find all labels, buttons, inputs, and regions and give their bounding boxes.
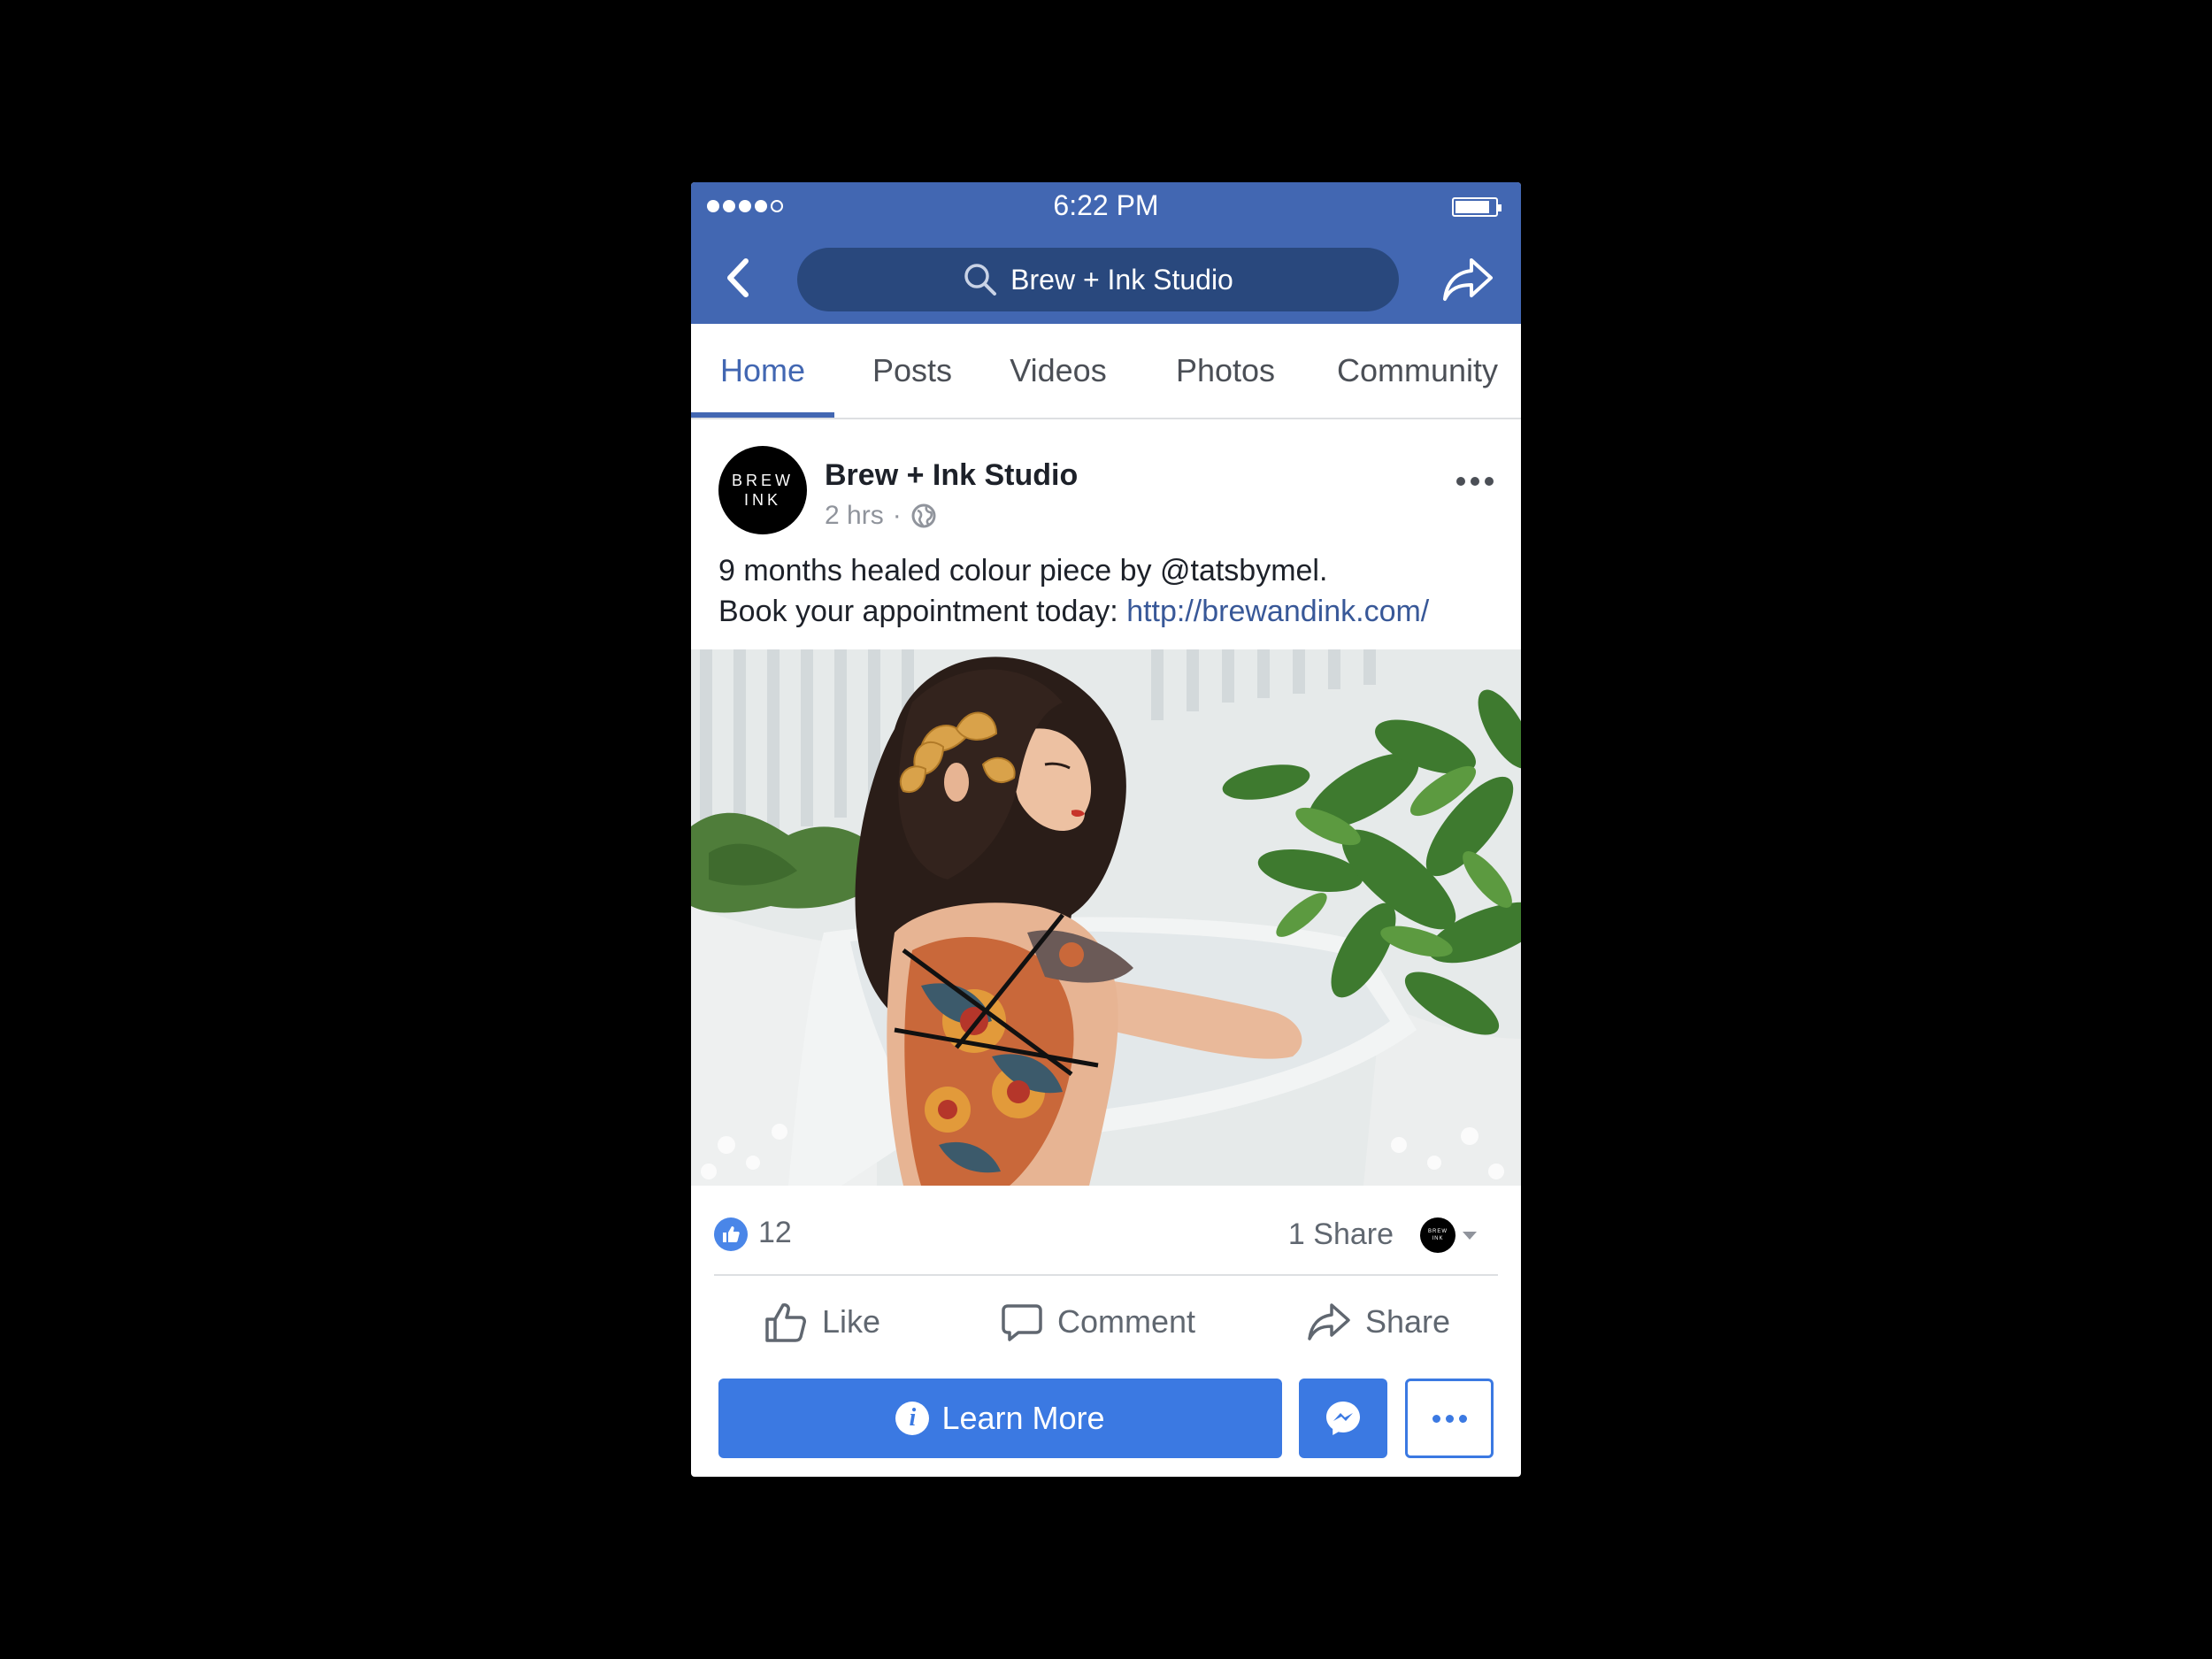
page-avatar[interactable]: BREW INK — [718, 446, 807, 534]
post-header: BREW INK Brew + Ink Studio 2 hrs · — [691, 419, 1521, 534]
thumbs-up-icon — [765, 1303, 806, 1342]
mini-avatar-logo-line2: INK — [1432, 1236, 1444, 1241]
post-photo-image — [691, 649, 1521, 1186]
post-text-line1: 9 months healed colour piece by @tatsbym… — [718, 554, 1328, 588]
reaction-summary: 12 1 Share BREW INK — [691, 1186, 1521, 1274]
post-message: 9 months healed colour piece by @tatsbym… — [718, 550, 1497, 632]
info-icon: i — [895, 1402, 930, 1435]
status-time: 6:22 PM — [1053, 189, 1159, 221]
like-button[interactable]: Like — [764, 1276, 880, 1368]
post-time[interactable]: 2 hrs — [825, 501, 884, 531]
learn-more-label: Learn More — [941, 1400, 1105, 1436]
caret-down-icon[interactable] — [1457, 1223, 1482, 1248]
like-count[interactable]: 12 — [758, 1216, 792, 1250]
back-button[interactable] — [718, 253, 758, 303]
like-label: Like — [822, 1303, 881, 1340]
globe-icon — [911, 503, 936, 528]
post-meta: 2 hrs · — [825, 501, 937, 531]
active-tab-indicator — [691, 412, 834, 418]
like-reaction-icon[interactable] — [714, 1217, 748, 1251]
comment-button[interactable]: Comment — [1001, 1276, 1195, 1368]
status-bar: 6:22 PM — [691, 182, 1521, 235]
tab-community[interactable]: Community — [1325, 324, 1510, 418]
search-text: Brew + Ink Studio — [1010, 263, 1233, 296]
tab-photos[interactable]: Photos — [1158, 324, 1293, 418]
nav-bar: Brew + Ink Studio — [691, 235, 1521, 324]
share-button[interactable]: Share — [1307, 1276, 1450, 1368]
chevron-left-icon — [727, 258, 749, 297]
tab-videos[interactable]: Videos — [990, 324, 1126, 418]
post-photo[interactable] — [691, 649, 1521, 1186]
comment-bubble-icon — [1002, 1304, 1042, 1341]
share-arrow-icon — [1308, 1303, 1350, 1340]
post-author[interactable]: Brew + Ink Studio — [825, 458, 1078, 493]
search-icon — [964, 264, 997, 296]
tab-posts[interactable]: Posts — [852, 324, 972, 418]
share-page-button[interactable] — [1440, 251, 1496, 308]
page-tabs: Home Posts Videos Photos Community — [691, 324, 1521, 419]
post-text-line2: Book your appointment today: http://brew… — [718, 591, 1497, 632]
post-text-line2-prefix: Book your appointment today: — [718, 595, 1127, 628]
search-bar[interactable]: Brew + Ink Studio — [797, 248, 1399, 311]
more-options-button[interactable] — [1405, 1379, 1494, 1458]
share-count[interactable]: 1 Share — [1288, 1217, 1394, 1252]
phone-screen: 6:22 PM Brew + Ink Studio Home Posts Vid… — [691, 182, 1521, 1477]
messenger-button[interactable] — [1299, 1379, 1387, 1458]
meta-separator: · — [892, 501, 902, 530]
tab-home[interactable]: Home — [691, 324, 834, 418]
comment-label: Comment — [1057, 1303, 1196, 1340]
avatar-logo-line2: INK — [743, 491, 781, 509]
post-link[interactable]: http://brewandink.com/ — [1126, 595, 1429, 628]
post-options-button[interactable] — [1450, 469, 1500, 494]
learn-more-button[interactable]: i Learn More — [718, 1379, 1282, 1458]
avatar-logo-line1: BREW — [732, 472, 794, 489]
messenger-icon — [1326, 1402, 1360, 1435]
app-header: 6:22 PM Brew + Ink Studio — [691, 182, 1521, 324]
page-avatar-small: BREW INK — [1420, 1217, 1455, 1253]
post-actions: Like Comment Share — [691, 1276, 1521, 1368]
mini-avatar-logo-line1: BREW — [1428, 1229, 1448, 1234]
cta-row: i Learn More — [691, 1379, 1521, 1460]
battery-icon — [1452, 197, 1502, 219]
share-label: Share — [1365, 1303, 1451, 1340]
share-arrow-icon — [1443, 258, 1493, 301]
